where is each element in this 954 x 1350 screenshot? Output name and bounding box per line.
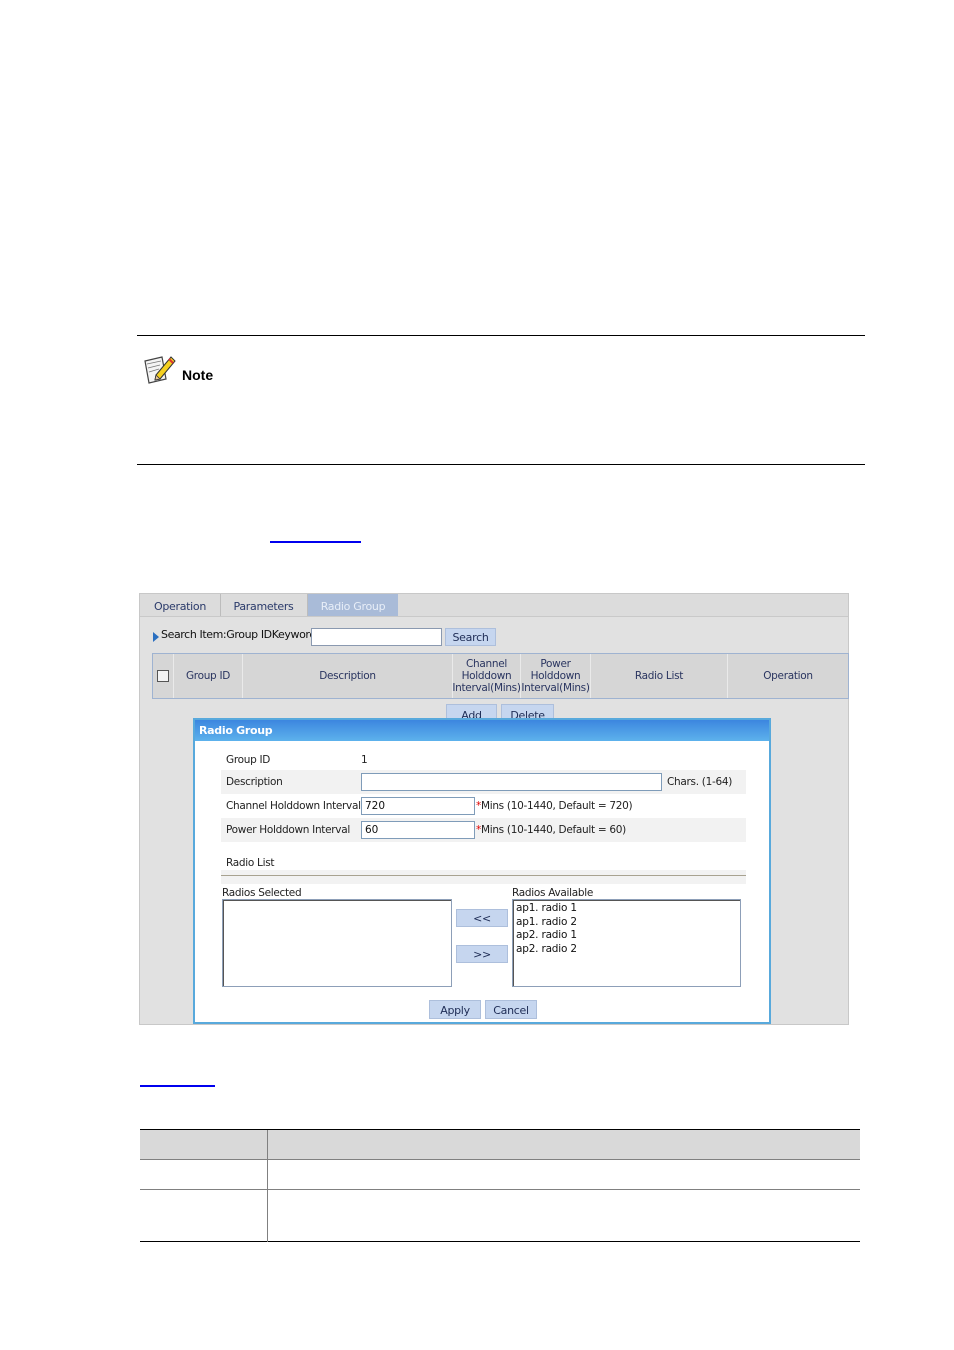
list-item[interactable]: ap2. radio 1 bbox=[513, 929, 740, 943]
list-item[interactable]: ap2. radio 2 bbox=[513, 943, 740, 957]
power-holddown-input[interactable]: 60 bbox=[361, 821, 475, 839]
table-bottom-rule bbox=[140, 1241, 860, 1242]
table-reference-link[interactable] bbox=[140, 1085, 215, 1087]
radio-group-table-header: Group ID Description Channel Holddown In… bbox=[152, 653, 849, 699]
channel-holddown-label: Channel Holddown Interval bbox=[226, 800, 361, 812]
radios-selected-list[interactable] bbox=[222, 899, 452, 987]
channel-holddown-input[interactable]: 720 bbox=[361, 797, 475, 815]
group-id-value: 1 bbox=[361, 754, 368, 766]
cancel-button[interactable]: Cancel bbox=[485, 1000, 537, 1019]
search-button[interactable]: Search bbox=[445, 628, 496, 646]
column-group-id[interactable]: Group ID bbox=[174, 654, 243, 698]
tab-parameters[interactable]: Parameters bbox=[220, 594, 308, 616]
search-keywords-input[interactable] bbox=[311, 628, 442, 646]
column-channel-holddown-line1: Channel bbox=[465, 658, 507, 670]
column-power-holddown-line2: Holddown bbox=[530, 670, 581, 682]
column-channel-holddown-line2: Holddown bbox=[461, 670, 512, 682]
table-header bbox=[140, 1130, 860, 1159]
tab-bar: Operation Parameters Radio Group bbox=[140, 594, 848, 617]
table-row-divider bbox=[140, 1189, 860, 1190]
radio-group-dialog: Radio Group Group ID 1 Description Chars… bbox=[193, 718, 771, 1024]
power-holddown-hint: *Mins (10-1440, Default = 60) bbox=[476, 824, 626, 836]
column-power-holddown-line3: Interval(Mins) bbox=[521, 682, 590, 694]
power-holddown-hint-text: Mins (10-1440, Default = 60) bbox=[480, 824, 626, 836]
description-input[interactable] bbox=[361, 773, 662, 791]
power-holddown-label: Power Holddown Interval bbox=[226, 824, 350, 836]
move-right-button[interactable]: >> bbox=[456, 945, 508, 963]
note-bottom-rule bbox=[137, 464, 865, 465]
tab-operation[interactable]: Operation bbox=[140, 594, 221, 616]
figure-reference-link[interactable] bbox=[270, 541, 361, 543]
column-channel-holddown-line3: Interval(Mins) bbox=[452, 682, 521, 694]
note-label: Note bbox=[182, 367, 214, 383]
radios-available-list[interactable]: ap1. radio 1 ap1. radio 2 ap2. radio 1 a… bbox=[512, 899, 741, 987]
search-label: Search Item:Group IDKeywords: bbox=[161, 628, 325, 641]
channel-holddown-row: Channel Holddown Interval 720 *Mins (10-… bbox=[221, 794, 746, 818]
table-row-divider bbox=[140, 1159, 860, 1160]
column-channel-holddown[interactable]: Channel Holddown Interval(Mins) bbox=[452, 654, 521, 698]
tab-radio-group[interactable]: Radio Group bbox=[308, 594, 398, 616]
column-radio-list[interactable]: Radio List bbox=[591, 654, 728, 698]
column-power-holddown[interactable]: Power Holddown Interval(Mins) bbox=[521, 654, 591, 698]
radio-list-label: Radio List bbox=[226, 857, 275, 869]
radios-selected-label: Radios Selected bbox=[222, 887, 302, 899]
note-top-rule bbox=[137, 335, 865, 336]
column-operation[interactable]: Operation bbox=[728, 654, 848, 698]
select-all-cell bbox=[153, 654, 174, 698]
group-id-row: Group ID 1 bbox=[221, 748, 746, 772]
dialog-title: Radio Group bbox=[195, 720, 769, 741]
radio-list-divider bbox=[221, 870, 746, 884]
description-label: Description bbox=[226, 776, 283, 788]
column-description[interactable]: Description bbox=[243, 654, 453, 698]
apply-button[interactable]: Apply bbox=[429, 1000, 481, 1019]
expand-arrow-icon bbox=[153, 632, 159, 642]
table-top-rule bbox=[140, 1129, 860, 1130]
channel-holddown-hint-text: Mins (10-1440, Default = 720) bbox=[480, 800, 633, 812]
description-row: Description Chars. (1-64) bbox=[221, 770, 746, 794]
list-item[interactable]: ap1. radio 1 bbox=[513, 902, 740, 916]
move-left-button[interactable]: << bbox=[456, 909, 508, 927]
power-holddown-row: Power Holddown Interval 60 *Mins (10-144… bbox=[221, 818, 746, 842]
radios-available-label: Radios Available bbox=[512, 887, 594, 899]
description-hint: Chars. (1-64) bbox=[667, 776, 733, 788]
list-item[interactable]: ap1. radio 2 bbox=[513, 916, 740, 930]
select-all-checkbox[interactable] bbox=[157, 670, 169, 682]
channel-holddown-hint: *Mins (10-1440, Default = 720) bbox=[476, 800, 633, 812]
group-id-label: Group ID bbox=[226, 754, 271, 766]
column-power-holddown-line1: Power bbox=[540, 658, 571, 670]
note-pencil-icon bbox=[142, 353, 176, 385]
table-column-divider bbox=[267, 1130, 268, 1242]
